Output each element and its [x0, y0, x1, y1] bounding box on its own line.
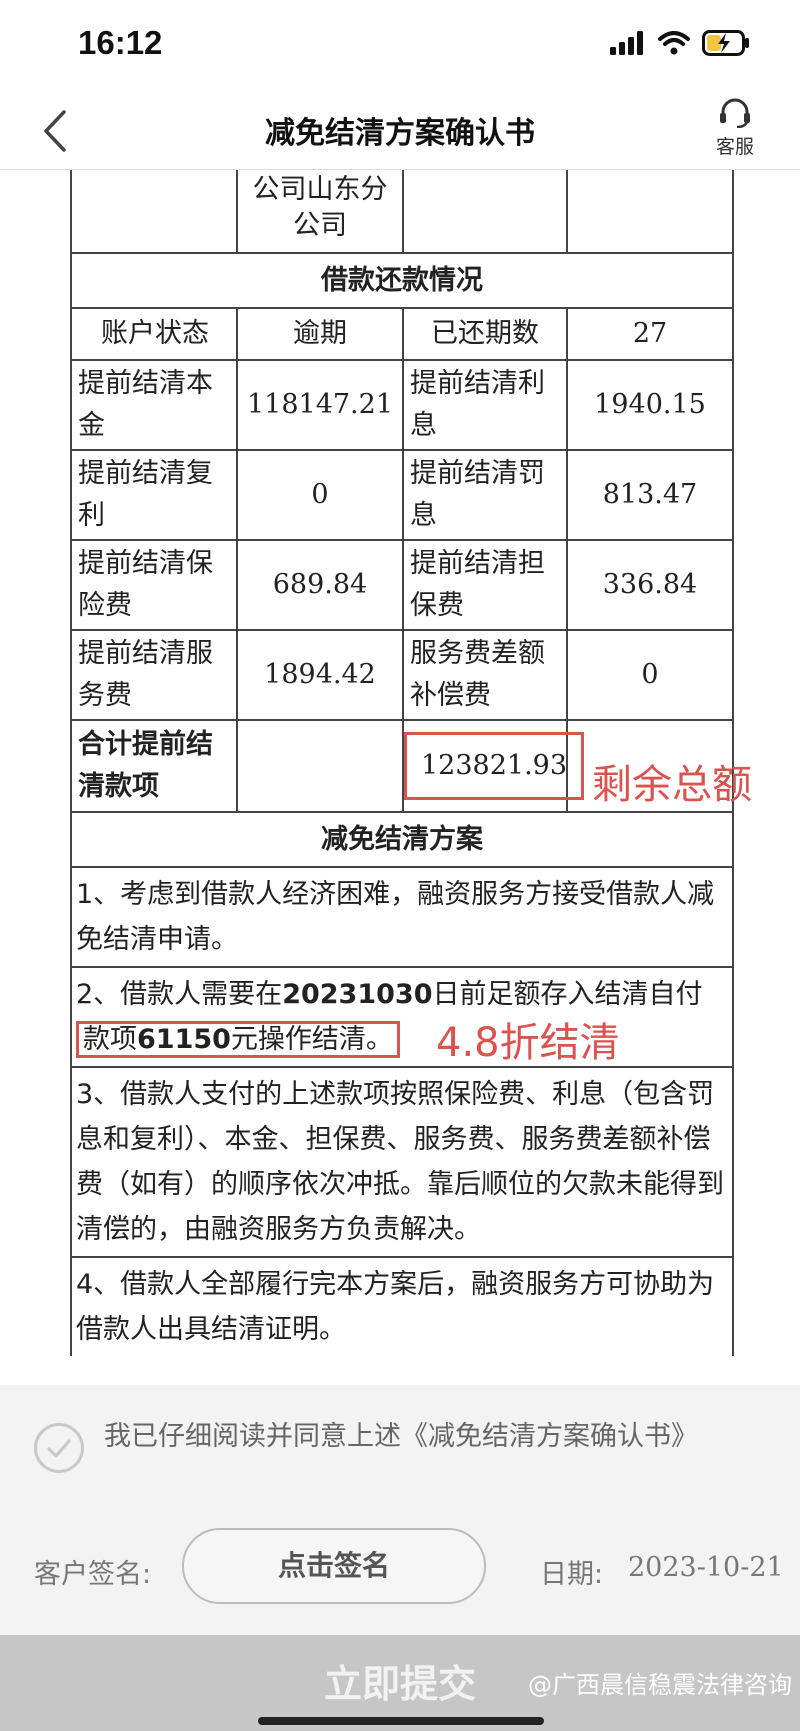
table-row: 提前结清复利 0 提前结清罚息 813.47	[70, 449, 734, 541]
plan-item: 2、借款人需要在20231030日前足额存入结清自付款项61150元操作结清。	[70, 966, 734, 1068]
cell-value: 336.84	[566, 539, 734, 631]
table-row-partial: 公司山东分 公司	[70, 170, 734, 254]
cell-value: 118147.21	[236, 359, 404, 451]
table-row: 账户状态 逾期 已还期数 27	[70, 307, 734, 361]
customer-service-button[interactable]: 客服	[700, 98, 770, 159]
cell-label: 提前结清复利	[70, 449, 238, 541]
plan-item-2-amount: 61150	[137, 1024, 231, 1055]
cell-label: 提前结清保险费	[70, 539, 238, 631]
table-row: 提前结清本金 118147.21 提前结清利息 1940.15	[70, 359, 734, 451]
status-icons	[610, 30, 750, 56]
plan-item: 1、考虑到借款人经济困难，融资服务方接受借款人减免结清申请。	[70, 866, 734, 968]
plan-item-2: 2、借款人需要在20231030日前足额存入结清自付款项61150元操作结清。	[70, 966, 734, 1068]
section-header-row: 减免结清方案	[70, 811, 734, 868]
plan-item-4: 4、借款人全部履行完本方案后，融资服务方可协助为借款人出具结清证明。	[70, 1256, 734, 1356]
plan-item-2-text-b: 日前足额存入结清自付	[432, 979, 703, 1010]
cell-label: 已还期数	[402, 307, 568, 361]
cell-label: 提前结清利息	[402, 359, 568, 451]
total-label: 合计提前结清款项	[70, 719, 238, 813]
plan-item-1: 1、考虑到借款人经济困难，融资服务方接受借款人减免结清申请。	[70, 866, 734, 968]
status-bar: 16:12	[0, 0, 800, 92]
date-value: 2023-10-21	[628, 1552, 784, 1583]
agreement-panel: 我已仔细阅读并同意上述《减免结清方案确认书》 客户签名: 点击签名 日期: 20…	[0, 1385, 800, 1635]
sign-button[interactable]: 点击签名	[182, 1528, 486, 1604]
plan-item: 4、借款人全部履行完本方案后，融资服务方可协助为借款人出具结清证明。	[70, 1256, 734, 1356]
cell-value: 813.47	[566, 449, 734, 541]
cell-label: 服务费差额补偿费	[402, 629, 568, 721]
plan-item-2-text-d: 元操作结清。	[230, 1024, 393, 1055]
section-title-repayment: 借款还款情况	[70, 252, 734, 309]
signal-icon	[610, 31, 643, 55]
agreement-text: 我已仔细阅读并同意上述《减免结清方案确认书》	[104, 1421, 698, 1452]
plan-item-2-date: 20231030	[282, 979, 433, 1010]
plan-item-3: 3、借款人支付的上述款项按照保险费、利息（包含罚息和复利）、本金、担保费、服务费…	[70, 1066, 734, 1258]
section-title-plan: 减免结清方案	[70, 811, 734, 868]
cell-value: 689.84	[236, 539, 404, 631]
submit-button[interactable]: 立即提交 @广西晨信稳震法律咨询	[0, 1635, 800, 1731]
cell-label: 提前结清罚息	[402, 449, 568, 541]
cell-label: 提前结清本金	[70, 359, 238, 451]
checkmark-icon	[47, 1439, 71, 1458]
cell-value: 1940.15	[566, 359, 734, 451]
section-header-row: 借款还款情况	[70, 252, 734, 309]
home-indicator	[258, 1717, 544, 1725]
cell-label: 提前结清担保费	[402, 539, 568, 631]
settlement-amount-highlight: 款项61150元操作结清。	[76, 1021, 400, 1058]
cell-value: 0	[566, 629, 734, 721]
plan-item-2-text-a: 2、借款人需要在	[76, 979, 283, 1010]
status-time: 16:12	[78, 24, 163, 61]
nav-bar: 减免结清方案确认书 客服	[0, 92, 800, 170]
partial-branch-cell: 公司山东分 公司	[236, 170, 404, 254]
table-row: 提前结清服务费 1894.42 服务费差额补偿费 0	[70, 629, 734, 721]
annotation-total: 剩余总额	[592, 762, 752, 808]
plan-item-2-text-c: 款项	[83, 1024, 137, 1055]
cell-label: 提前结清服务费	[70, 629, 238, 721]
watermark: @广西晨信稳震法律咨询	[528, 1671, 792, 1699]
table-row: 提前结清保险费 689.84 提前结清担保费 336.84	[70, 539, 734, 631]
cell-value: 0	[236, 449, 404, 541]
cell-value: 逾期	[236, 307, 404, 361]
signature-label: 客户签名:	[34, 1559, 152, 1590]
headset-icon	[720, 98, 750, 129]
page-title: 减免结清方案确认书	[265, 116, 535, 151]
agree-checkbox[interactable]	[34, 1423, 84, 1473]
total-value-highlight: 123821.93	[404, 732, 585, 800]
plan-item: 3、借款人支付的上述款项按照保险费、利息（包含罚息和复利）、本金、担保费、服务费…	[70, 1066, 734, 1258]
cell-value: 27	[566, 307, 734, 361]
customer-service-label: 客服	[715, 136, 754, 158]
battery-charging-icon	[702, 30, 749, 56]
cell-label: 账户状态	[70, 307, 238, 361]
cell-value: 1894.42	[236, 629, 404, 721]
date-label: 日期:	[540, 1559, 604, 1590]
annotation-discount: 4.8折结清	[436, 1020, 620, 1066]
wifi-icon	[658, 31, 690, 55]
